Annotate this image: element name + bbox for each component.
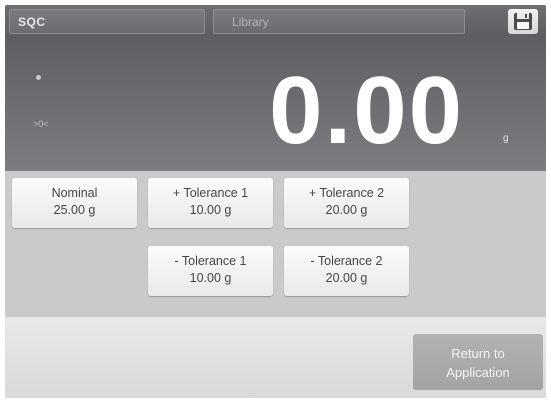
weight-readout: 0.00 <box>269 57 464 164</box>
library-tab[interactable]: Library <box>213 9 465 34</box>
save-button[interactable] <box>508 9 538 34</box>
minus-tolerance-1-button[interactable]: - Tolerance 1 10.00 g <box>148 246 273 296</box>
minus-tolerance-2-button[interactable]: - Tolerance 2 20.00 g <box>284 246 409 296</box>
nominal-button[interactable]: Nominal 25.00 g <box>12 178 137 228</box>
plus-tolerance-1-value: 10.00 g <box>189 203 232 217</box>
minus-tolerance-1-label: - Tolerance 1 <box>174 254 247 268</box>
parameter-area: Nominal 25.00 g + Tolerance 1 10.00 g + … <box>5 171 546 317</box>
minus-tolerance-1-value: 10.00 g <box>189 271 232 285</box>
nominal-value: 25.00 g <box>53 203 96 217</box>
stability-indicator <box>36 75 41 80</box>
center-zero-indicator: >0< <box>33 119 49 129</box>
nominal-label: Nominal <box>51 186 98 200</box>
return-label-line-1: Return to <box>451 346 505 361</box>
save-icon <box>514 13 532 30</box>
plus-tolerance-1-label: + Tolerance 1 <box>172 186 249 200</box>
return-label-line-2: Application <box>446 365 510 380</box>
weight-display: >0< 0.00 g <box>5 37 546 171</box>
scale-screen: SQC Library >0< 0.00 g Nominal 25.00 g +… <box>5 5 546 398</box>
application-tab[interactable]: SQC <box>9 9 205 34</box>
plus-tolerance-1-button[interactable]: + Tolerance 1 10.00 g <box>148 178 273 228</box>
minus-tolerance-2-label: - Tolerance 2 <box>310 254 383 268</box>
top-bar: SQC Library <box>5 5 546 37</box>
plus-tolerance-2-value: 20.00 g <box>325 203 368 217</box>
return-to-application-button[interactable]: Return to Application <box>413 334 543 390</box>
weight-unit: g <box>503 133 509 144</box>
minus-tolerance-2-value: 20.00 g <box>325 271 368 285</box>
plus-tolerance-2-label: + Tolerance 2 <box>308 186 385 200</box>
plus-tolerance-2-button[interactable]: + Tolerance 2 20.00 g <box>284 178 409 228</box>
bottom-bar: Return to Application <box>5 317 546 398</box>
